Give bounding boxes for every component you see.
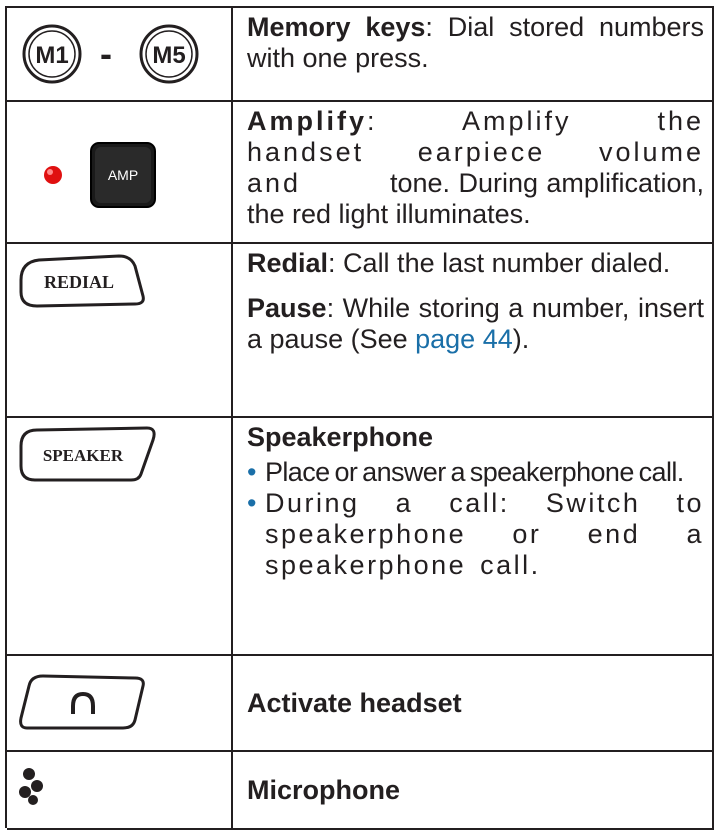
description-cell: Microphone — [233, 752, 714, 828]
amplify-text-rest: tone. During amplification, the red ligh… — [247, 168, 704, 229]
icon-cell: REDIAL — [7, 244, 233, 416]
description-cell: Redial: Call the last number dialed. Pau… — [233, 244, 714, 416]
redial-title: Redial — [247, 248, 329, 278]
bullet-text: During a call: Switch to speakerphone or… — [265, 488, 704, 580]
table-row-memory-keys: M1 - M5 Memory keys: Dial stored numbers… — [7, 8, 714, 102]
pause-end: ). — [512, 324, 530, 354]
table-row-amplify: AMP Amplify: Amplify the handset earpiec… — [7, 102, 714, 244]
icon-cell — [7, 752, 233, 828]
dash-label: - — [100, 33, 112, 74]
table-row-headset: Activate headset — [7, 656, 714, 752]
headset-icon — [19, 674, 145, 730]
table-row-microphone: Microphone — [7, 752, 714, 830]
headset-title: Activate headset — [247, 687, 462, 718]
redial-separator: : — [328, 248, 336, 278]
memory-keys-separator: : — [425, 12, 433, 42]
amp-icon: AMP — [44, 142, 156, 208]
bullet-icon: • — [247, 457, 256, 487]
microphone-title: Microphone — [247, 774, 400, 805]
icon-cell: AMP — [7, 102, 233, 242]
amplify-separator: : — [367, 106, 378, 136]
speakerphone-title: Speakerphone — [247, 422, 434, 452]
speaker-icon: SPEAKER — [19, 426, 156, 482]
description-cell: Activate headset — [233, 656, 714, 750]
memory-keys-title: Memory keys — [247, 12, 426, 42]
pause-title: Pause — [247, 293, 327, 323]
speaker-key-label: SPEAKER — [43, 446, 124, 465]
amp-key-label: AMP — [108, 167, 138, 183]
redial-text: Call the last number dialed. — [335, 248, 671, 278]
m1-key-label: M1 — [35, 42, 68, 69]
redial-key-label: REDIAL — [44, 272, 114, 292]
amplify-title: Amplify — [247, 106, 368, 136]
description-cell: Speakerphone • Place or answer a speakerp… — [233, 418, 714, 654]
description-cell: Memory keys: Dial stored numbers with on… — [233, 8, 714, 100]
icon-cell: M1 - M5 — [7, 8, 233, 100]
m5-key-label: M5 — [152, 42, 185, 69]
bullet-icon: • — [247, 488, 259, 518]
memory-keys-icon: M1 - M5 — [22, 24, 199, 84]
table-row-redial: REDIAL Redial: Call the last number dial… — [7, 244, 714, 418]
bullet-text: Place or answer a speakerphone call. — [265, 457, 684, 487]
feature-table: M1 - M5 Memory keys: Dial stored numbers… — [5, 6, 714, 830]
microphone-icon — [19, 768, 43, 805]
table-row-speakerphone: SPEAKER Speakerphone • Place or answer a … — [7, 418, 714, 656]
list-item: • Place or answer a speakerphone call. — [247, 457, 704, 488]
redial-icon: REDIAL — [19, 254, 145, 308]
description-cell: Amplify: Amplify the handset earpiece vo… — [233, 102, 714, 242]
list-item: • During a call: Switch to speakerphone o… — [247, 488, 704, 581]
speakerphone-bullet-list: • Place or answer a speakerphone call. • D… — [247, 457, 704, 581]
icon-cell — [7, 656, 233, 750]
icon-cell: SPEAKER — [7, 418, 233, 654]
page-44-link[interactable]: page 44 — [415, 324, 513, 354]
